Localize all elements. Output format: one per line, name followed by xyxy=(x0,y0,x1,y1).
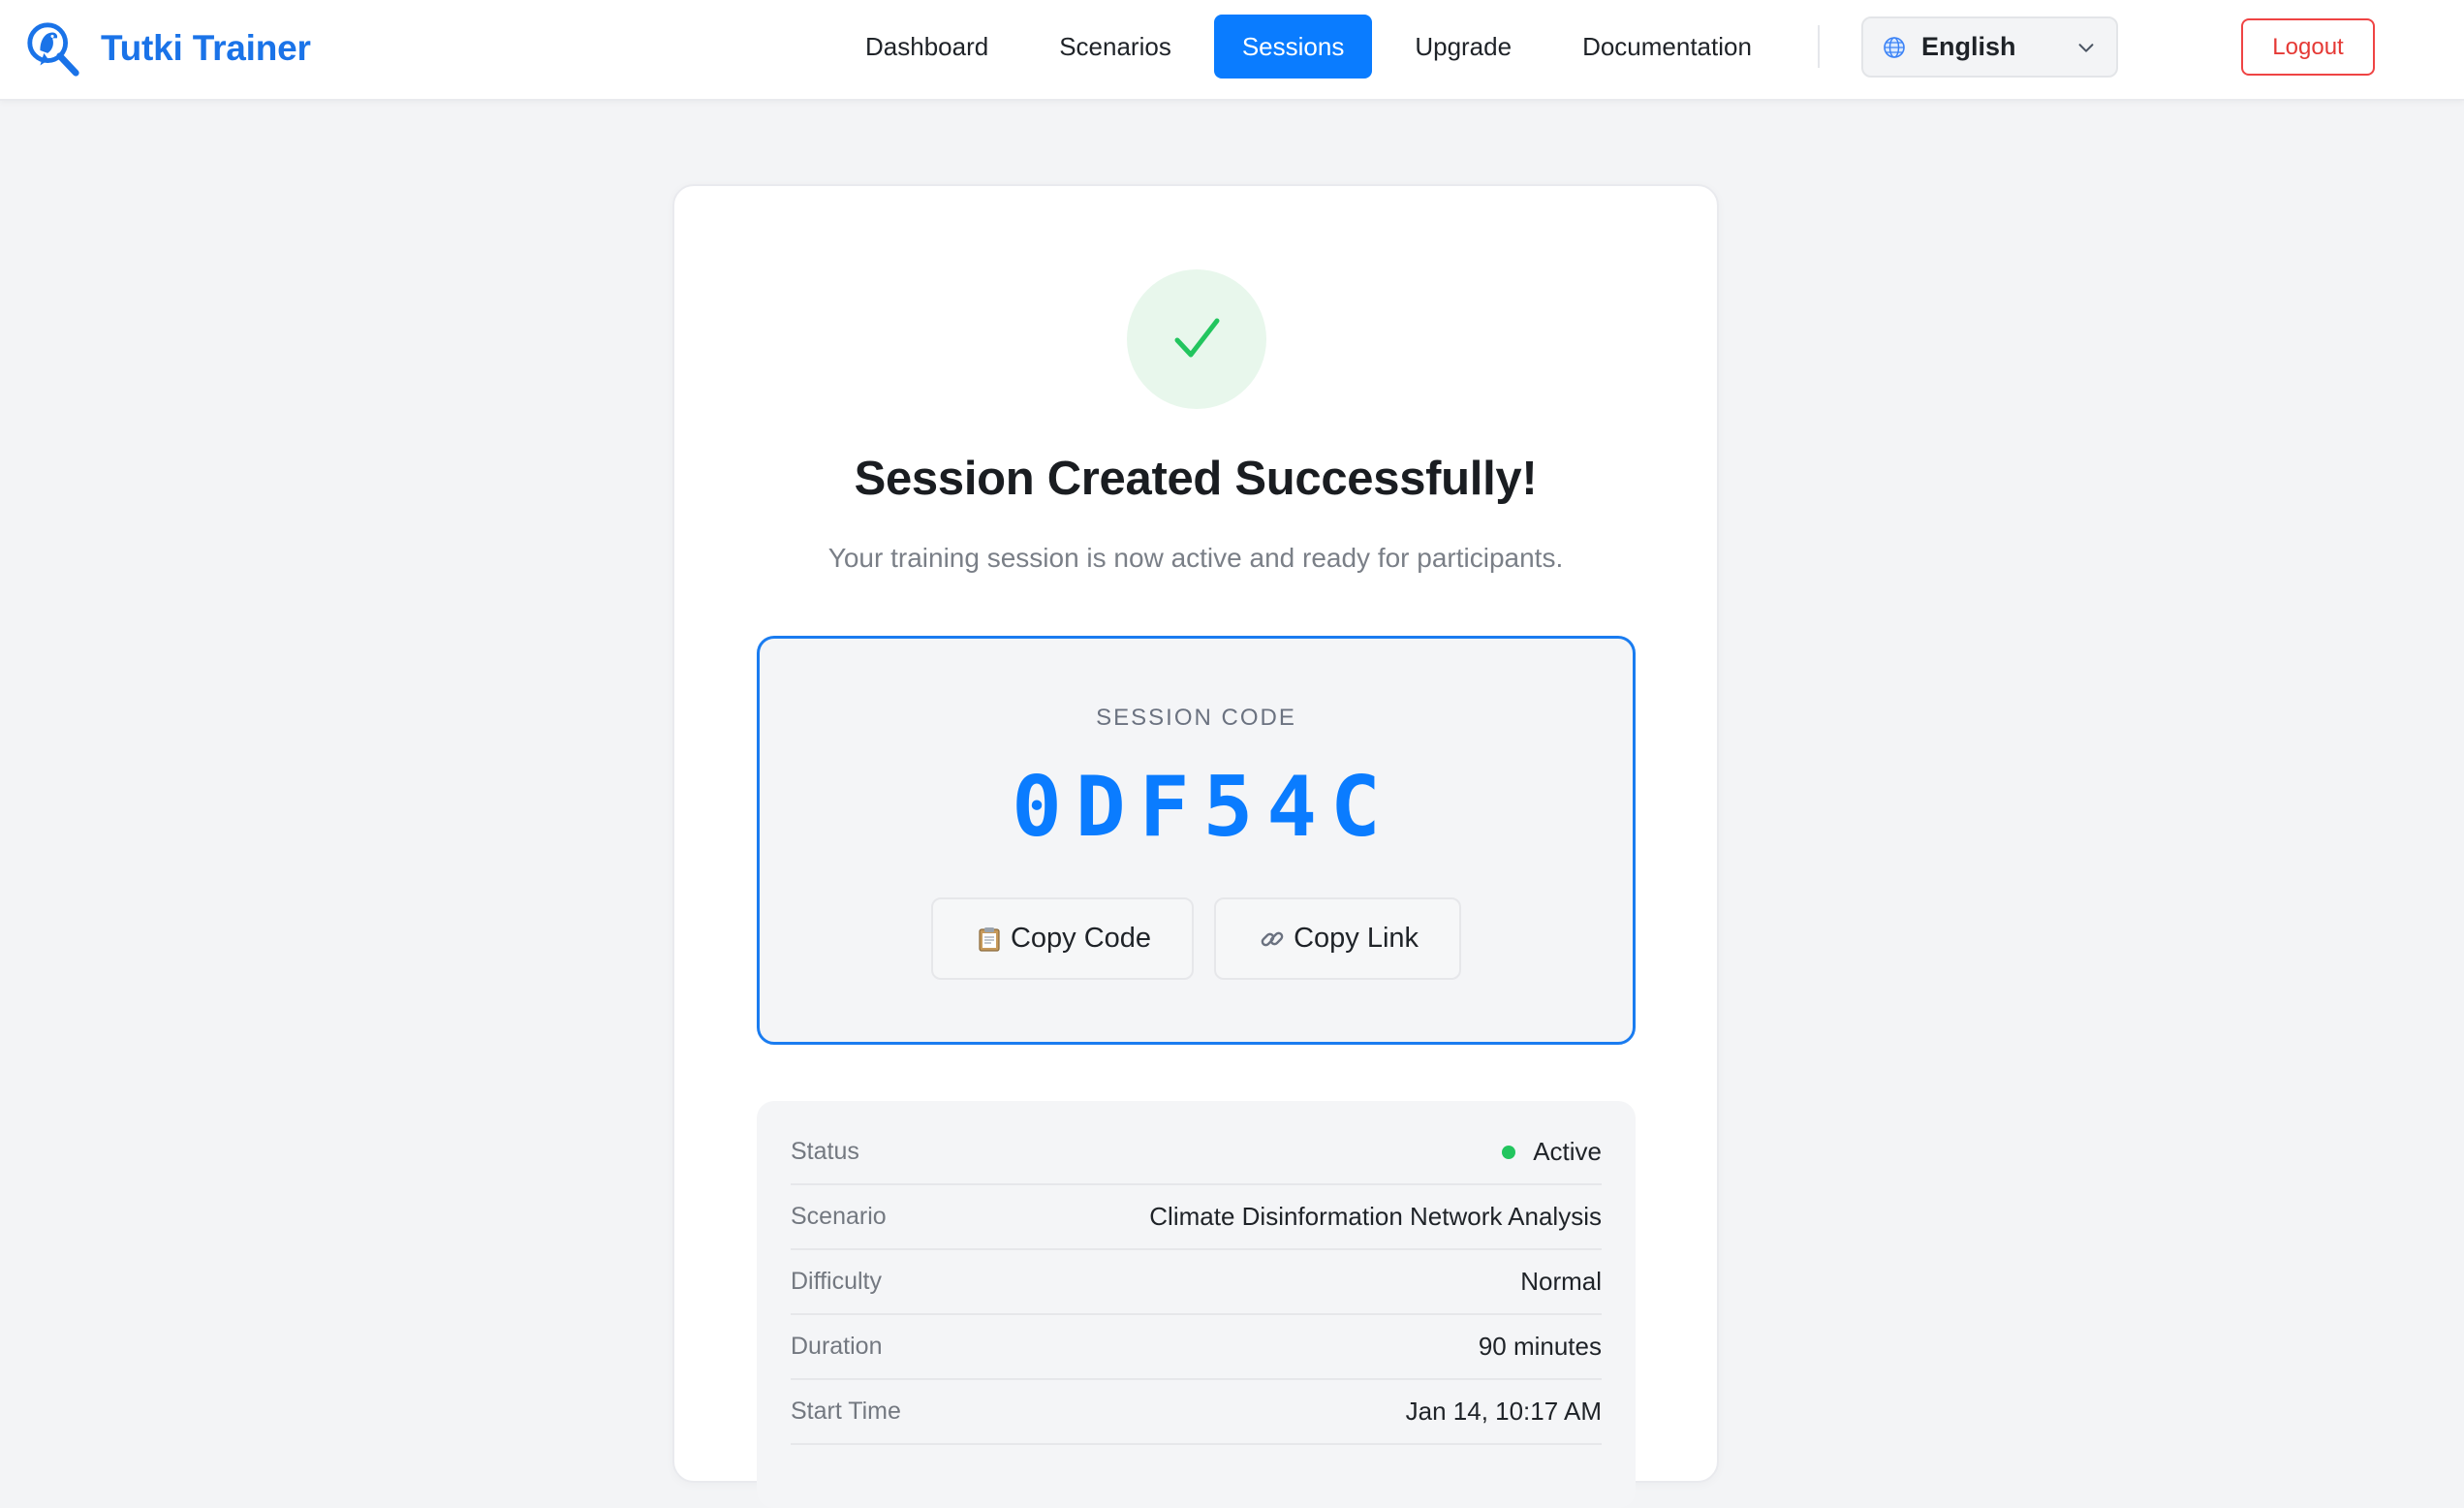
detail-label: Difficulty xyxy=(791,1268,883,1295)
detail-row-scenario: Scenario Climate Disinformation Network … xyxy=(791,1185,1602,1250)
session-code-panel: SESSION CODE 0DF54C Copy Code Copy Link xyxy=(757,636,1636,1045)
copy-link-button[interactable]: Copy Link xyxy=(1214,897,1462,980)
session-code-label: SESSION CODE xyxy=(1096,705,1296,731)
detail-label: Start Time xyxy=(791,1398,901,1425)
page-subtitle: Your training session is now active and … xyxy=(827,543,1564,573)
top-header: Tutki Trainer Dashboard Scenarios Sessio… xyxy=(0,0,2464,101)
nav-scenarios[interactable]: Scenarios xyxy=(1031,15,1200,79)
main-nav: Dashboard Scenarios Sessions Upgrade Doc… xyxy=(837,15,1794,79)
copy-code-label: Copy Code xyxy=(1010,923,1152,954)
detail-value: Climate Disinformation Network Analysis xyxy=(1149,1202,1602,1231)
nav-divider xyxy=(1818,25,1820,68)
session-details: Status Active Scenario Climate Disinform… xyxy=(757,1101,1636,1508)
detail-row-start-time: Start Time Jan 14, 10:17 AM xyxy=(791,1380,1602,1445)
globe-icon xyxy=(1884,36,1905,58)
nav-sessions[interactable]: Sessions xyxy=(1213,15,1373,79)
detail-value: 90 minutes xyxy=(1478,1332,1602,1361)
chevron-down-icon xyxy=(2078,43,2094,52)
status-text: Active xyxy=(1533,1137,1602,1166)
detail-row-status: Status Active xyxy=(791,1120,1602,1185)
link-icon xyxy=(1257,924,1288,955)
detail-label: Status xyxy=(791,1138,859,1165)
language-selected-label: English xyxy=(1921,32,2016,61)
nav-upgrade[interactable]: Upgrade xyxy=(1387,15,1540,79)
session-code-value: 0DF54C xyxy=(1012,759,1394,856)
detail-row-difficulty: Difficulty Normal xyxy=(791,1250,1602,1315)
copy-actions: Copy Code Copy Link xyxy=(760,897,1633,980)
nav-dashboard[interactable]: Dashboard xyxy=(837,15,1016,79)
brand-home-link[interactable]: Tutki Trainer xyxy=(23,14,311,83)
nav-documentation[interactable]: Documentation xyxy=(1554,15,1780,79)
page-title: Session Created Successfully! xyxy=(854,453,1538,505)
checkmark-icon xyxy=(1174,318,1220,358)
status-dot-icon xyxy=(1502,1145,1516,1159)
clipboard-icon xyxy=(974,924,1005,955)
copy-code-button[interactable]: Copy Code xyxy=(930,897,1195,980)
detail-label: Scenario xyxy=(791,1203,887,1230)
magnifier-bird-icon xyxy=(27,22,79,77)
copy-link-label: Copy Link xyxy=(1294,923,1419,954)
language-select[interactable]: English xyxy=(1861,16,2118,78)
detail-value: Normal xyxy=(1520,1267,1602,1296)
detail-row-duration: Duration 90 minutes xyxy=(791,1315,1602,1380)
success-badge xyxy=(1127,269,1266,409)
brand-name: Tutki Trainer xyxy=(101,28,311,68)
logout-button[interactable]: Logout xyxy=(2241,18,2375,76)
session-created-card: Session Created Successfully! Your train… xyxy=(672,184,1719,1508)
detail-label: Duration xyxy=(791,1333,883,1360)
detail-value: Active xyxy=(1502,1137,1602,1167)
detail-value: Jan 14, 10:17 AM xyxy=(1405,1397,1602,1426)
